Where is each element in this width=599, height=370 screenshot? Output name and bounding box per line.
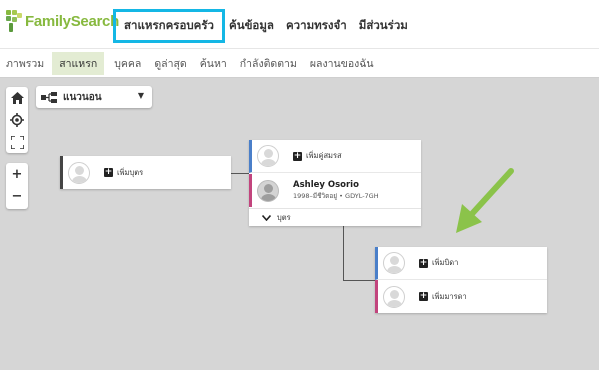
logo-text: FamilySearch <box>25 12 119 30</box>
add-father-label: เพิ่มบิดา <box>432 258 459 267</box>
nav-get-involved[interactable]: มีส่วนร่วม <box>359 17 408 35</box>
plus-icon: + <box>419 257 428 268</box>
target-icon <box>10 113 24 127</box>
green-arrow-icon <box>456 168 514 233</box>
view-select-label: แนวนอน <box>63 91 102 103</box>
person-placeholder-icon <box>68 161 90 184</box>
tree-logo-icon <box>6 10 22 32</box>
tab-following[interactable]: กำลังติดตาม <box>240 55 297 72</box>
person-couple-card: + เพิ่มคู่สมรส Ashley Osorio 1998–มีชีวิ… <box>249 140 421 226</box>
person-placeholder-icon <box>257 145 279 167</box>
fullscreen-icon <box>10 135 24 149</box>
tab-recents[interactable]: ดูล่าสุด <box>154 55 186 72</box>
person-avatar-icon <box>257 179 279 202</box>
add-spouse-slot[interactable]: + เพิ่มคู่สมรส <box>249 140 421 173</box>
plus-icon: + <box>419 291 428 301</box>
zoom-in-button[interactable]: + <box>6 163 28 185</box>
home-icon <box>10 92 24 104</box>
fullscreen-button[interactable] <box>6 131 28 153</box>
chevron-down-icon <box>262 214 271 221</box>
navigation-controls <box>6 87 28 153</box>
add-father-slot[interactable]: + เพิ่มบิดา <box>375 247 547 280</box>
top-header: FamilySearch สาแหรกครอบครัว ค้นข้อมูล คว… <box>0 0 599 48</box>
add-mother-slot[interactable]: + เพิ่มมารดา <box>375 280 547 313</box>
add-spouse-label: เพิ่มคู่สมรส <box>306 151 342 160</box>
person-ashley-osorio[interactable]: Ashley Osorio 1998–มีชีวิตอยู่ • GDYL-7G… <box>249 174 421 207</box>
zoom-controls: + − <box>6 163 28 209</box>
add-child-slot[interactable]: + เพิ่มบุตร <box>60 156 231 189</box>
locate-button[interactable] <box>6 109 28 131</box>
sub-nav: ภาพรวม สาแหรก บุคคล ดูล่าสุด ค้นหา กำลัง… <box>0 48 599 78</box>
zoom-out-button[interactable]: − <box>6 185 28 207</box>
nav-family-tree[interactable]: สาแหรกครอบครัว <box>113 9 226 43</box>
nav-search[interactable]: ค้นข้อมูล <box>229 17 274 35</box>
tab-find[interactable]: ค้นหา <box>200 55 227 72</box>
children-toggle-label: บุตร <box>277 212 291 222</box>
connector-line <box>343 280 376 281</box>
person-name: Ashley Osorio <box>293 180 359 190</box>
connector-line <box>230 173 250 174</box>
add-parents-card: + เพิ่มบิดา + เพิ่มมารดา <box>375 247 547 313</box>
view-layout-select[interactable]: แนวนอน ▼ <box>36 86 152 108</box>
tab-person[interactable]: บุคคล <box>114 55 141 72</box>
person-placeholder-icon <box>383 285 405 308</box>
plus-icon: + <box>104 167 113 177</box>
connector-line <box>343 225 344 281</box>
add-mother-label: เพิ่มมารดา <box>432 291 467 301</box>
tab-tree[interactable]: สาแหรก <box>52 51 105 75</box>
person-placeholder-icon <box>383 252 405 274</box>
chevron-down-icon: ▼ <box>137 91 144 100</box>
person-dates-id: 1998–มีชีวิตอยู่ • GDYL-7GH <box>293 192 379 200</box>
add-child-label: เพิ่มบุตร <box>117 167 144 177</box>
add-child-card: + เพิ่มบุตร <box>60 156 231 189</box>
home-button[interactable] <box>6 87 28 109</box>
nav-memories[interactable]: ความทรงจำ <box>286 17 347 35</box>
main-nav: สาแหรกครอบครัว ค้นข้อมูล ความทรงจำ มีส่ว… <box>113 9 420 43</box>
children-toggle[interactable]: บุตร <box>249 208 421 226</box>
familysearch-logo[interactable]: FamilySearch <box>6 10 119 32</box>
plus-icon: + <box>293 150 302 161</box>
tab-my-contributions[interactable]: ผลงานของฉัน <box>310 55 374 72</box>
tab-overview[interactable]: ภาพรวม <box>6 55 44 72</box>
landscape-tree-icon <box>41 91 57 103</box>
